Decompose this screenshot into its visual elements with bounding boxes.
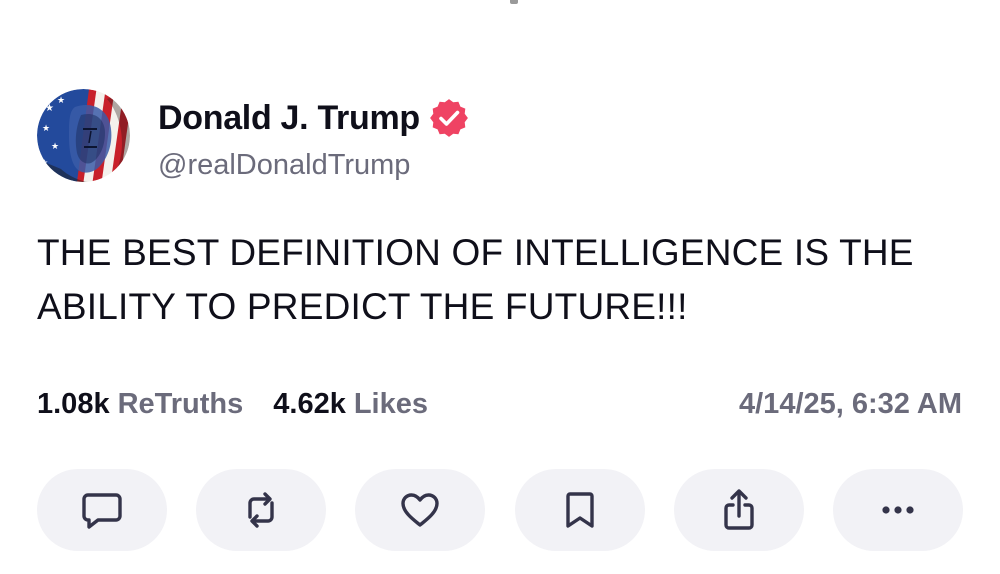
post-stats: 1.08k ReTruths 4.62k Likes: [37, 384, 428, 424]
more-options-button[interactable]: [833, 469, 963, 551]
likes-stat[interactable]: 4.62k Likes: [273, 388, 428, 421]
top-edge-fragment: [510, 0, 518, 4]
author-handle[interactable]: @realDonaldTrump: [158, 146, 410, 184]
like-button[interactable]: [355, 469, 485, 551]
comment-icon: [82, 493, 122, 529]
post-body-text: THE BEST DEFINITION OF INTELLIGENCE IS T…: [37, 232, 914, 327]
svg-text:★: ★: [57, 96, 65, 106]
retruths-label: ReTruths: [117, 387, 244, 420]
retruth-icon: [248, 492, 274, 528]
heart-icon: [401, 493, 439, 527]
share-icon: [724, 489, 754, 530]
svg-text:★: ★: [45, 103, 54, 114]
likes-count: 4.62k: [273, 387, 346, 420]
action-bar: [37, 469, 963, 551]
post-timestamp: 4/14/25, 6:32 AM: [739, 388, 962, 420]
svg-text:★: ★: [42, 124, 50, 134]
bookmark-icon: [566, 492, 594, 528]
avatar-image: ★ ★ ★ ★ ★: [37, 89, 130, 182]
retruths-count: 1.08k: [37, 387, 110, 420]
reply-button[interactable]: [37, 469, 167, 551]
post-detail-view: ★ ★ ★ ★ ★ Donald J. Trump @realDonaldTru…: [0, 0, 1000, 574]
author-name-row[interactable]: Donald J. Trump: [158, 96, 468, 140]
svg-text:★: ★: [41, 158, 48, 167]
more-icon: [882, 506, 914, 514]
retruths-stat[interactable]: 1.08k ReTruths: [37, 388, 243, 421]
share-button[interactable]: [674, 469, 804, 551]
author-display-name[interactable]: Donald J. Trump: [158, 96, 420, 140]
verified-badge-icon: [429, 99, 468, 137]
avatar[interactable]: ★ ★ ★ ★ ★: [37, 89, 130, 182]
likes-label: Likes: [353, 387, 429, 420]
bookmark-button[interactable]: [515, 469, 645, 551]
retruth-button[interactable]: [196, 469, 326, 551]
svg-text:★: ★: [51, 142, 59, 152]
